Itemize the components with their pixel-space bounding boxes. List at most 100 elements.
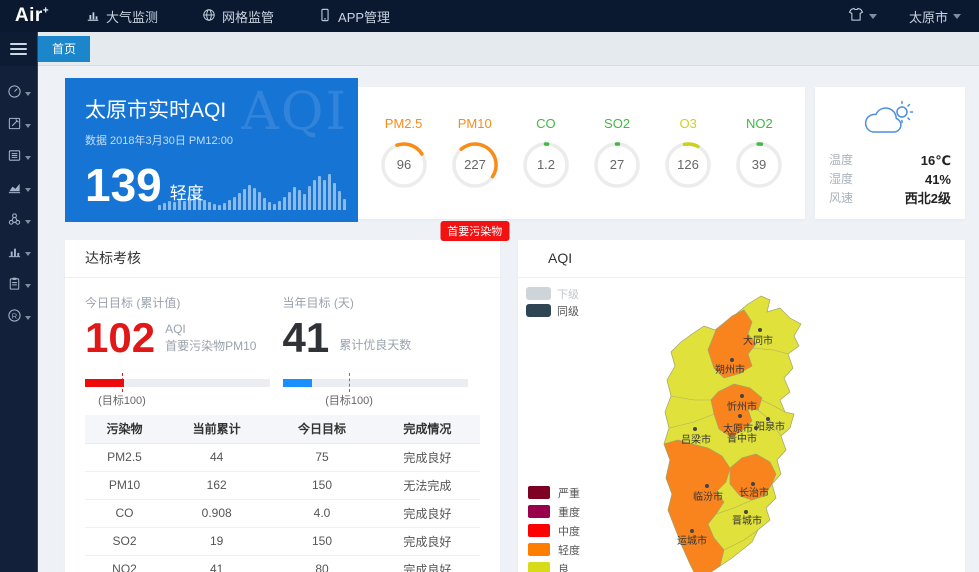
- chevron-down-icon: [25, 156, 31, 160]
- nav-item-air-monitoring[interactable]: 大气监测: [64, 0, 180, 32]
- year-target-value: 41: [283, 317, 330, 359]
- gauge-value: 27: [610, 157, 624, 172]
- main-content: AQI 太原市实时AQI 数据 2018年3月30日 PM12:00 139 轻…: [38, 66, 979, 572]
- target-assessment-panel: 达标考核 今日目标 (累计值) 102 AQI 首要污染物PM10: [65, 240, 500, 572]
- sidebar-item-bar-chart[interactable]: [0, 238, 37, 270]
- sidebar-item-list[interactable]: [0, 142, 37, 174]
- gauge-ring: 27: [592, 140, 642, 190]
- city-label-朔州市[interactable]: 朔州市: [715, 363, 745, 376]
- chevron-down-icon: [25, 252, 31, 256]
- shanxi-province-map[interactable]: 大同市朔州市忻州市太原市阳泉市晋中市吕梁市临汾市长治市晋城市运城市: [518, 288, 948, 572]
- sidebar-item-area-chart[interactable]: [0, 174, 37, 206]
- mobile-icon: [318, 8, 332, 25]
- weather-value: 41%: [925, 170, 951, 189]
- sidebar-item-clipboard[interactable]: [0, 270, 37, 302]
- city-label-晋城市[interactable]: 晋城市: [732, 514, 762, 527]
- sidebar-item-share[interactable]: [0, 206, 37, 238]
- assessment-panel-title: 达标考核: [65, 240, 500, 278]
- edit-icon: [7, 116, 22, 136]
- today-target-metric: 今日目标 (累计值) 102 AQI 首要污染物PM10 (目标100): [85, 294, 283, 401]
- weather-row: 风速西北2级: [829, 189, 951, 208]
- table-cell: PM2.5: [85, 443, 164, 471]
- city-label-忻州市[interactable]: 忻州市: [727, 400, 757, 413]
- realtime-aqi-card: AQI 太原市实时AQI 数据 2018年3月30日 PM12:00 139 轻…: [65, 78, 358, 222]
- city-dot-运城市[interactable]: [690, 529, 694, 533]
- weather-value: 西北2级: [905, 189, 951, 208]
- bar-chart-icon: [86, 8, 100, 25]
- sidebar-item-edit[interactable]: [0, 110, 37, 142]
- gauge-ring: 96: [379, 140, 429, 190]
- pollutant-target-table: 污染物当前累计今日目标完成情况 PM2.54475完成良好PM10162150无…: [85, 415, 480, 572]
- tab-home[interactable]: 首页: [38, 36, 90, 62]
- clipboard-icon: [7, 276, 22, 296]
- city-dot-长治市[interactable]: [751, 482, 755, 486]
- chevron-down-icon: [25, 316, 31, 320]
- gauge-value: 39: [752, 157, 766, 172]
- city-label-临汾市[interactable]: 临汾市: [693, 490, 723, 503]
- city-dot-临汾市[interactable]: [705, 484, 709, 488]
- city-dropdown-label: 太原市: [909, 7, 948, 26]
- table-cell: 完成良好: [375, 443, 480, 471]
- main-nav: 大气监测 网格监管 APP管理: [64, 0, 412, 32]
- table-cell: 完成良好: [375, 527, 480, 555]
- weather-row: 温度 16℃: [829, 151, 951, 170]
- gauge-value: 1.2: [537, 157, 555, 172]
- nav-item-app-management[interactable]: APP管理: [296, 0, 412, 32]
- city-label-晋中市[interactable]: 晋中市: [727, 432, 757, 445]
- today-target-caption: AQI 首要污染物PM10: [165, 321, 256, 355]
- city-label-运城市[interactable]: 运城市: [677, 534, 707, 547]
- city-label-大同市[interactable]: 大同市: [743, 334, 773, 347]
- city-dot-吕梁市[interactable]: [693, 427, 697, 431]
- sidebar: R: [0, 32, 38, 572]
- chevron-down-icon: [953, 14, 961, 19]
- theme-dropdown[interactable]: [848, 7, 877, 25]
- sidebar-collapse-button[interactable]: [0, 32, 37, 66]
- city-dot-阳泉市[interactable]: [766, 417, 770, 421]
- table-row: NO24180完成良好: [85, 555, 480, 572]
- aqi-sparkline: [158, 174, 346, 210]
- weather-value: 16℃: [921, 151, 951, 170]
- city-dot-朔州市[interactable]: [730, 358, 734, 362]
- gauge-label: NO2: [746, 116, 773, 131]
- sidebar-item-registered[interactable]: R: [0, 302, 37, 334]
- table-cell: 19: [164, 527, 269, 555]
- gauge-label: PM2.5: [385, 116, 423, 131]
- chevron-down-icon: [25, 284, 31, 288]
- area-chart-icon: [7, 180, 22, 200]
- city-label-阳泉市[interactable]: 阳泉市: [755, 420, 785, 433]
- gauge-label: O3: [680, 116, 697, 131]
- gauge-label: PM10: [458, 116, 492, 131]
- nav-label: 大气监测: [106, 7, 158, 26]
- city-dot-太原市[interactable]: [738, 414, 742, 418]
- table-cell: NO2: [85, 555, 164, 572]
- table-row: SO219150完成良好: [85, 527, 480, 555]
- shirt-icon: [848, 7, 864, 25]
- table-cell: 162: [164, 471, 269, 499]
- table-row: PM10162150无法完成: [85, 471, 480, 499]
- today-target-value: 102: [85, 317, 155, 359]
- city-dropdown[interactable]: 太原市: [909, 7, 961, 26]
- city-dot-忻州市[interactable]: [740, 394, 744, 398]
- weather-label: 温度: [829, 151, 853, 170]
- table-cell: 150: [269, 527, 374, 555]
- city-label-长治市[interactable]: 长治市: [739, 486, 769, 499]
- chevron-down-icon: [25, 124, 31, 128]
- table-cell: 41: [164, 555, 269, 572]
- nav-item-grid-supervision[interactable]: 网格监管: [180, 0, 296, 32]
- gauge-co: CO1.2: [515, 116, 577, 190]
- table-header-cell: 污染物: [85, 415, 164, 443]
- sidebar-item-gauge[interactable]: [0, 78, 37, 110]
- city-label-吕梁市[interactable]: 吕梁市: [681, 433, 711, 446]
- gauge-value: 96: [396, 157, 410, 172]
- weather-panel: 温度 16℃ 湿度 41%风速西北2级: [815, 87, 965, 219]
- city-dot-大同市[interactable]: [758, 328, 762, 332]
- table-cell: CO: [85, 499, 164, 527]
- list-icon: [7, 148, 22, 168]
- city-dot-晋中市[interactable]: [754, 426, 758, 430]
- weather-label: 湿度: [829, 170, 853, 189]
- table-header-cell: 今日目标: [269, 415, 374, 443]
- city-dot-晋城市[interactable]: [744, 510, 748, 514]
- share-icon: [7, 212, 22, 232]
- primary-pollutant-badge: 首要污染物: [440, 221, 509, 241]
- year-target-metric: 当年目标 (天) 41 累计优良天数 (目标100): [283, 294, 481, 401]
